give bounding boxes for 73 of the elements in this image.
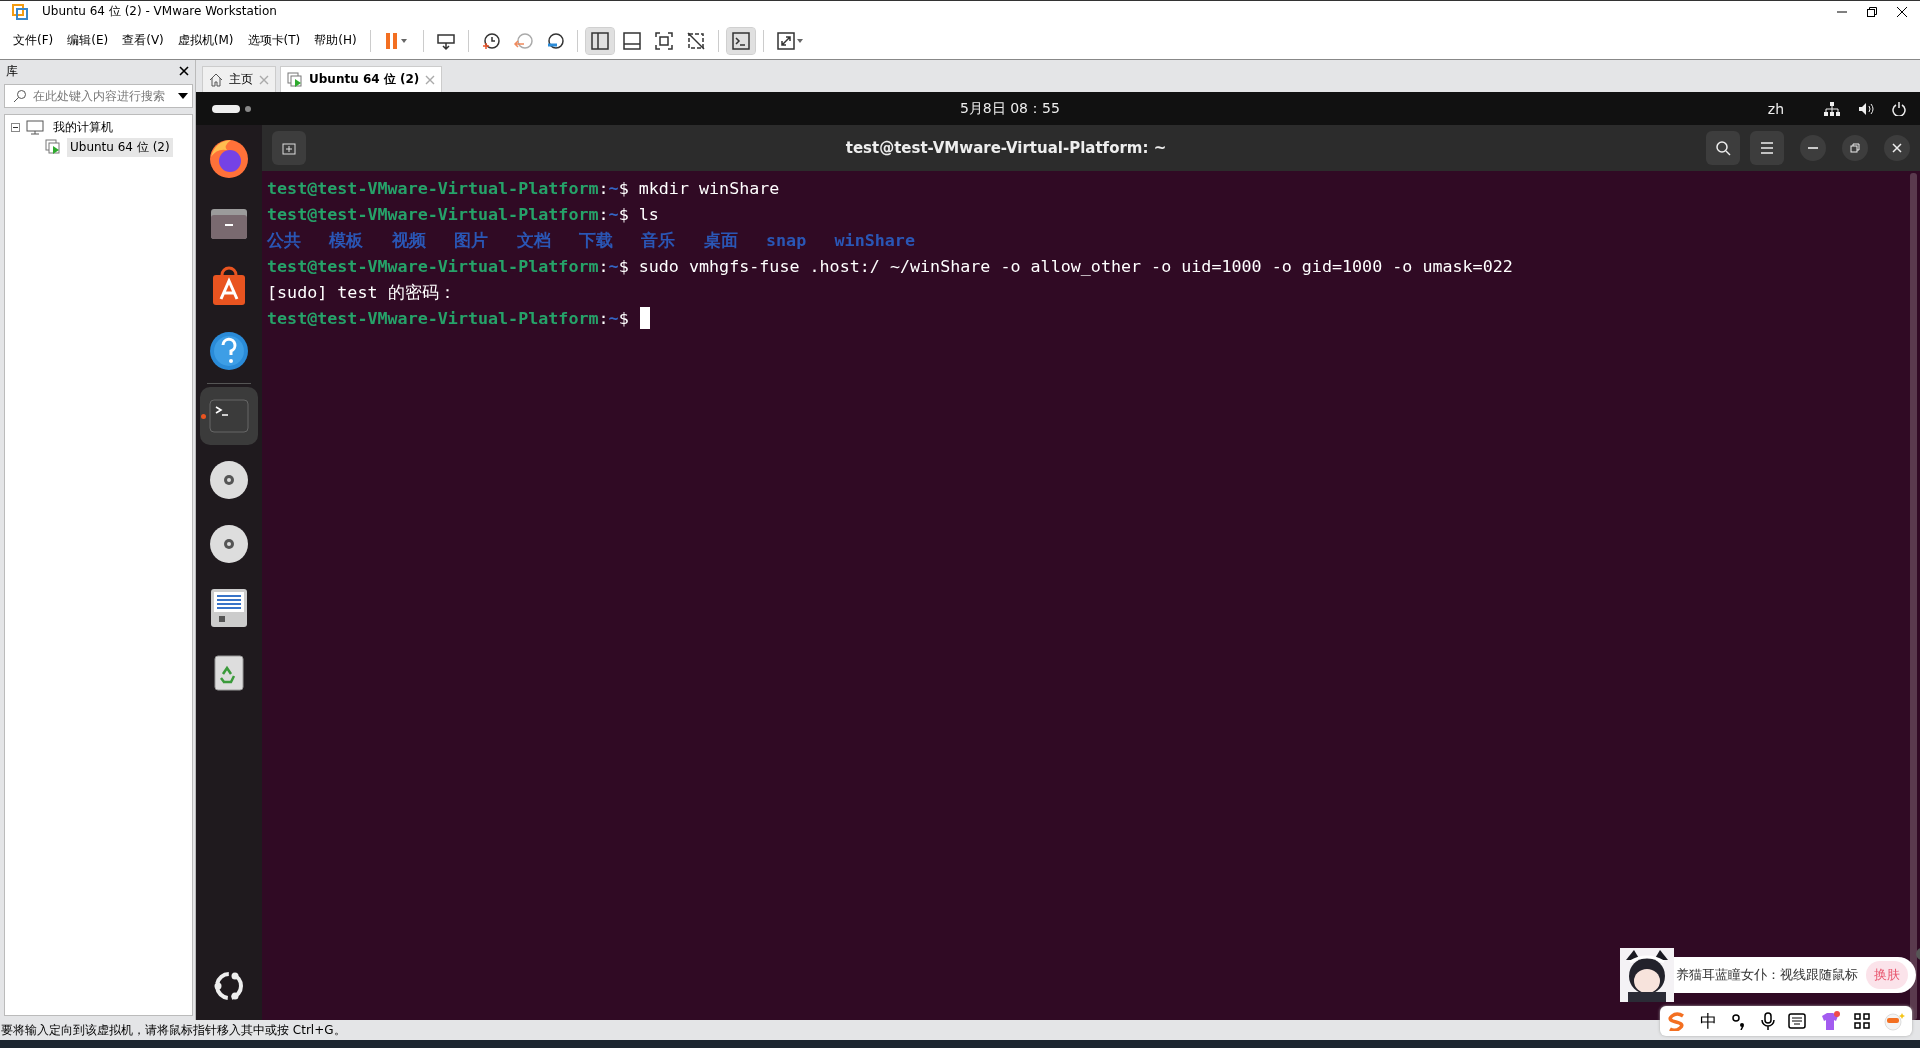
minimize-button[interactable] [1800,135,1826,161]
mascot-icon[interactable] [1883,1011,1906,1031]
directory-name: 图片 [454,228,489,252]
terminal-line: test@test-VMware-Virtual-Platform:~$ sudo vmhgfs-fuse .host:/ ~/winShare -o allow_other -o uid=1000 -o gid=1000 -o umask=022 [267,256,1513,276]
terminal-title: test@test-VMware-Virtual-Platform: ~ [845,139,1167,157]
scrollbar[interactable] [1910,173,1917,1020]
panel-title: 库 [6,62,18,80]
terminal-line: test@test-VMware-Virtual-Platform:~$ mkdir winShare [267,178,780,198]
directory-name: 桌面 [703,228,738,252]
clock[interactable]: 5月8日 08：55 [959,99,1060,118]
tree-item[interactable]: 我的计算机 [50,117,116,137]
search-icon [13,89,27,103]
directory-name: 视频 [391,228,426,252]
minimize-icon [1808,147,1818,149]
restore-button[interactable] [1842,135,1868,161]
directory-name: winShare [834,230,915,250]
sogou-logo-icon[interactable] [1666,1011,1687,1031]
power-icon[interactable] [1892,101,1906,116]
monitor-icon [26,119,44,135]
menu-item[interactable]: 编辑(E) [62,30,114,51]
status-text: 要将输入定向到该虚拟机，请将鼠标指针移入其中或按 Ctrl+G。 [1,1021,346,1039]
home-icon [209,72,223,87]
directory-name: 模板 [329,228,364,252]
workspace-indicator-icon[interactable] [212,104,252,113]
close-button[interactable] [1884,135,1910,161]
volume-icon[interactable] [1858,101,1874,116]
tab-label: 主页 [229,71,253,88]
menu-item[interactable]: 选项卡(T) [242,30,306,51]
input-mode-toggle[interactable]: 中 [1700,1009,1718,1033]
running-indicator [201,414,206,419]
language-indicator[interactable]: zh [1767,100,1784,117]
directory-name: 公共 [267,228,301,252]
disc-icon [207,458,251,502]
help-icon [207,329,251,373]
dropdown-arrow-icon[interactable] [178,93,188,99]
search-button[interactable] [1706,131,1740,165]
tab-label: Ubuntu 64 位 (2) [309,71,420,88]
app-logo-icon [12,3,28,20]
restore-icon [1850,143,1860,153]
menu-item[interactable]: 虚拟机(M) [172,30,239,51]
maximize-icon[interactable] [1866,5,1878,18]
menu-item[interactable]: 查看(V) [117,30,169,51]
vm-running-icon [45,139,61,155]
terminal-line: [sudo] test 的密码： [267,280,456,304]
firefox-icon [207,137,251,181]
directory-name: snap [766,230,807,250]
directory-name: 文档 [516,228,551,252]
menu-item[interactable]: 帮助(H) [309,30,362,51]
directory-name: 音乐 [641,228,676,252]
search-field[interactable]: 在此处键入内容进行搜索 [4,84,193,108]
terminal-line: test@test-VMware-Virtual-Platform:~$ ls [267,204,659,224]
directory-name: 下载 [578,228,613,252]
tab[interactable]: 主页 [202,66,276,92]
terminal-icon[interactable] [726,27,755,54]
shirt-icon[interactable] [1819,1011,1840,1031]
notification-text: 养猫耳蓝瞳女仆：视线跟随鼠标 [1676,966,1858,984]
window-title: Ubuntu 64 位 (2) - VMware Workstation [42,3,277,20]
menu-button[interactable] [1750,131,1784,165]
tree-item[interactable]: Ubuntu 64 位 (2) [67,137,173,157]
menu-item[interactable]: 文件(F) [8,30,59,51]
grid-icon[interactable] [1853,1013,1870,1029]
network-icon[interactable] [1824,101,1840,116]
sidebar-layout-icon[interactable] [585,27,614,54]
microphone-icon[interactable] [1760,1012,1775,1030]
new-tab-button[interactable] [272,131,306,165]
menu-icon [1760,142,1774,154]
vm-running-icon [287,71,303,88]
terminal-line: test@test-VMware-Virtual-Platform:~$ [267,308,630,328]
new-tab-icon [282,141,296,155]
search-icon [1715,140,1731,156]
disc-icon [207,522,251,566]
tab[interactable]: Ubuntu 64 位 (2) [280,66,443,92]
collapse-toggle-icon[interactable] [11,122,20,132]
